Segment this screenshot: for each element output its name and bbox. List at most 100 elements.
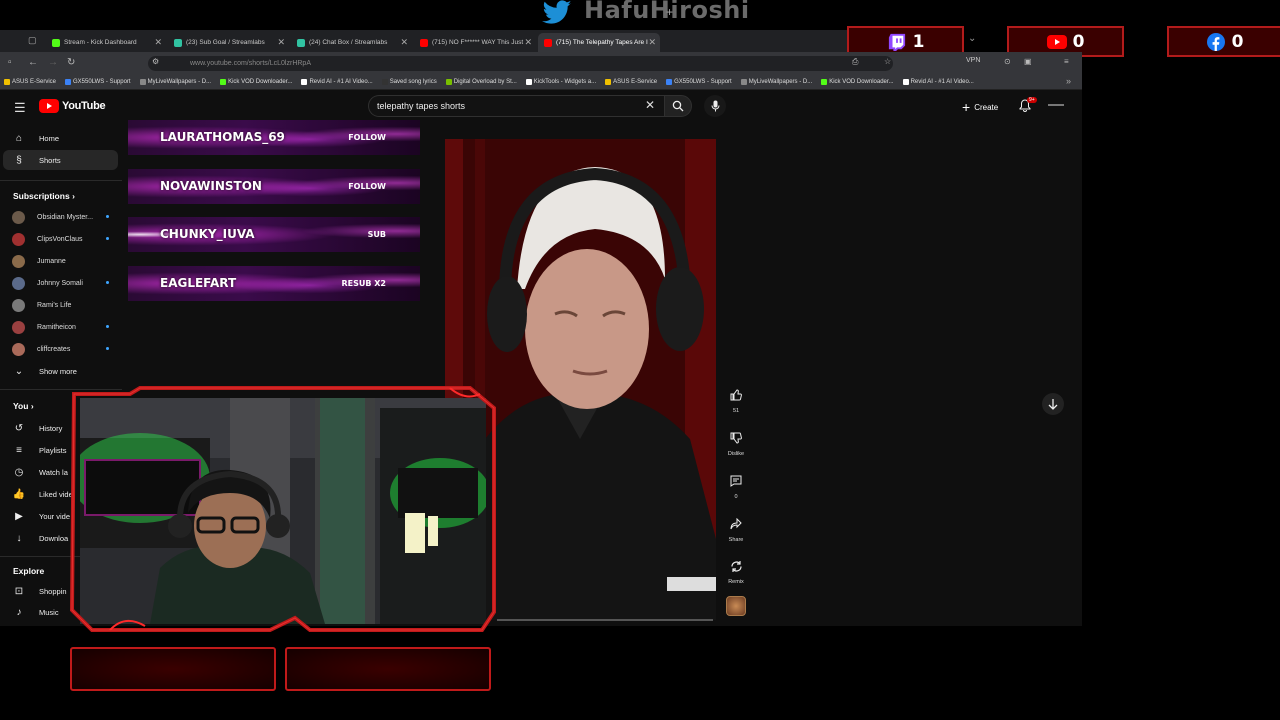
- dislike-button[interactable]: Dislike: [726, 428, 746, 457]
- forward-icon[interactable]: →: [48, 57, 58, 68]
- remix-icon: [730, 560, 742, 572]
- kick-favicon-icon: [52, 38, 60, 47]
- bookmark-star-icon[interactable]: ☆: [884, 57, 891, 66]
- close-tab-icon[interactable]: ✕: [648, 37, 656, 48]
- subscription-item[interactable]: ClipsVonClaus: [12, 233, 109, 246]
- voice-search-button[interactable]: [704, 95, 726, 117]
- close-tab-icon[interactable]: ✕: [524, 37, 532, 48]
- bookmark[interactable]: ASUS E-Service: [4, 78, 56, 85]
- avatar: [12, 299, 25, 312]
- avatar: [12, 255, 25, 268]
- create-button[interactable]: + Create: [962, 99, 998, 115]
- you-heading[interactable]: You ›: [13, 401, 34, 411]
- sidebar-item-home[interactable]: ⌂ Home: [0, 128, 122, 148]
- vpn-button[interactable]: VPN: [966, 57, 980, 64]
- tab-youtube-video[interactable]: (715) NO F****** WAY This Just ✕: [414, 33, 536, 52]
- facebook-counter: 0: [1167, 26, 1280, 57]
- tab-telepathy-tapes[interactable]: (715) The Telepathy Tapes Are I ✕: [538, 33, 660, 52]
- url-field[interactable]: www.youtube.com/shorts/LcL0lzrHRpA: [148, 56, 893, 71]
- twitch-count: 1: [912, 31, 925, 52]
- reload-icon[interactable]: ↻: [67, 57, 75, 68]
- youtube-logo[interactable]: YouTube: [39, 99, 106, 113]
- arrow-down-icon: [1048, 398, 1058, 410]
- bookmark-favicon-icon: [4, 78, 10, 85]
- avatar: [12, 211, 25, 224]
- sound-thumbnail[interactable]: [726, 596, 746, 616]
- new-content-dot: [106, 237, 109, 240]
- share-button[interactable]: Share: [726, 514, 746, 543]
- remix-button[interactable]: Remix: [726, 556, 746, 585]
- bookmark[interactable]: MyLiveWallpapers - D...: [740, 78, 812, 85]
- like-button[interactable]: 51: [726, 385, 746, 414]
- bookmark[interactable]: Kick VOD Downloader...: [220, 78, 292, 85]
- bookmark[interactable]: ASUS E-Service: [605, 78, 657, 85]
- twitch-icon: [888, 33, 905, 51]
- overlay-panel-left: [70, 647, 276, 691]
- tab-chat-box[interactable]: (24) Chat Box / Streamlabs ✕: [291, 33, 412, 52]
- music-note-icon: ♪: [16, 606, 22, 618]
- bookmark[interactable]: KickTools - Widgets a...: [525, 78, 596, 85]
- subscription-item[interactable]: Obsidian Myster...: [12, 211, 109, 224]
- subscriptions-heading[interactable]: Subscriptions ›: [13, 191, 75, 201]
- bookmark-favicon-icon: [666, 78, 673, 85]
- resub-alert: EAGLEFART RESUB X2: [128, 266, 420, 301]
- subscription-item[interactable]: Jumanne: [12, 255, 66, 268]
- account-avatar[interactable]: [1048, 104, 1064, 106]
- show-more-button[interactable]: ⌄ Show more: [0, 361, 122, 381]
- hamburger-menu-icon[interactable]: ☰: [14, 100, 26, 116]
- bookmark[interactable]: Revid AI - #1 AI Video...: [301, 78, 373, 85]
- bookmark-favicon-icon: [65, 78, 72, 85]
- subscription-item[interactable]: cliffcreates: [12, 343, 109, 356]
- search-input[interactable]: telepathy tapes shorts: [368, 95, 664, 117]
- site-info-icon[interactable]: ⚙: [152, 57, 159, 66]
- bookmark[interactable]: Kick VOD Downloader...: [821, 78, 894, 85]
- thumbs-up-icon: [730, 389, 742, 401]
- video-icon: ▶: [15, 510, 23, 522]
- extension-icon[interactable]: ⊙: [1004, 57, 1011, 66]
- bookmark-favicon-icon: [301, 78, 308, 85]
- tab-kick-dashboard[interactable]: Stream - Kick Dashboard ✕: [46, 33, 166, 52]
- explore-heading: Explore: [13, 566, 45, 576]
- bookmark[interactable]: GX550LWS - Support: [65, 78, 131, 85]
- search-button[interactable]: [664, 95, 692, 117]
- subscription-item[interactable]: Ramitheicon: [12, 321, 109, 334]
- playlists-icon: ≡: [16, 444, 22, 456]
- bookmark-favicon-icon: [902, 78, 909, 85]
- bookmark[interactable]: MyLiveWallpapers - D...: [139, 78, 211, 85]
- youtube-icon: [1046, 34, 1067, 49]
- menu-icon[interactable]: ≡: [1064, 57, 1069, 66]
- tab-sub-goal[interactable]: (23) Sub Goal / Streamlabs ✕: [168, 33, 289, 52]
- share-icon: [730, 518, 742, 530]
- sidebar-toggle-icon[interactable]: ▫: [8, 57, 12, 68]
- wallet-icon[interactable]: ▣: [1024, 57, 1032, 66]
- thumbs-down-icon: [730, 432, 742, 444]
- sidebar-item-shorts[interactable]: § Shorts: [3, 150, 118, 170]
- next-short-button[interactable]: [1042, 393, 1064, 415]
- subscription-item[interactable]: Rami's Life: [12, 299, 71, 312]
- new-content-dot: [106, 347, 109, 350]
- back-icon[interactable]: ←: [28, 57, 38, 68]
- subscription-item[interactable]: Johnny Somali: [12, 277, 109, 290]
- new-tab-icon[interactable]: +: [666, 5, 673, 19]
- bookmark[interactable]: Revid AI - #1 AI Video...: [902, 78, 974, 85]
- video-progress-bar[interactable]: [497, 619, 713, 621]
- close-tab-icon[interactable]: ✕: [277, 37, 285, 48]
- overlay-panel-right: [285, 647, 491, 691]
- clear-search-icon[interactable]: ✕: [645, 98, 655, 112]
- bookmark-favicon-icon: [740, 78, 747, 85]
- tab-list-chevron-icon[interactable]: ⌄: [968, 33, 976, 44]
- bookmark[interactable]: Saved song lyrics: [381, 78, 437, 85]
- chevron-right-icon: ›: [72, 191, 75, 201]
- tab-search-icon[interactable]: ▢: [28, 35, 37, 46]
- youtube-play-icon: [39, 99, 59, 113]
- bookmarks-overflow-icon[interactable]: »: [1066, 76, 1071, 86]
- bookmark[interactable]: Digital Overload by St...: [445, 78, 517, 85]
- close-tab-icon[interactable]: ✕: [154, 37, 162, 48]
- comments-button[interactable]: 0: [726, 471, 746, 500]
- bookmark[interactable]: GX550LWS - Support: [666, 78, 732, 85]
- screenshot-icon[interactable]: ⎙: [852, 57, 858, 67]
- close-tab-icon[interactable]: ✕: [400, 37, 408, 48]
- bookmark-favicon-icon: [381, 78, 388, 85]
- history-icon: ↺: [14, 422, 24, 434]
- youtube-favicon-icon: [544, 38, 552, 47]
